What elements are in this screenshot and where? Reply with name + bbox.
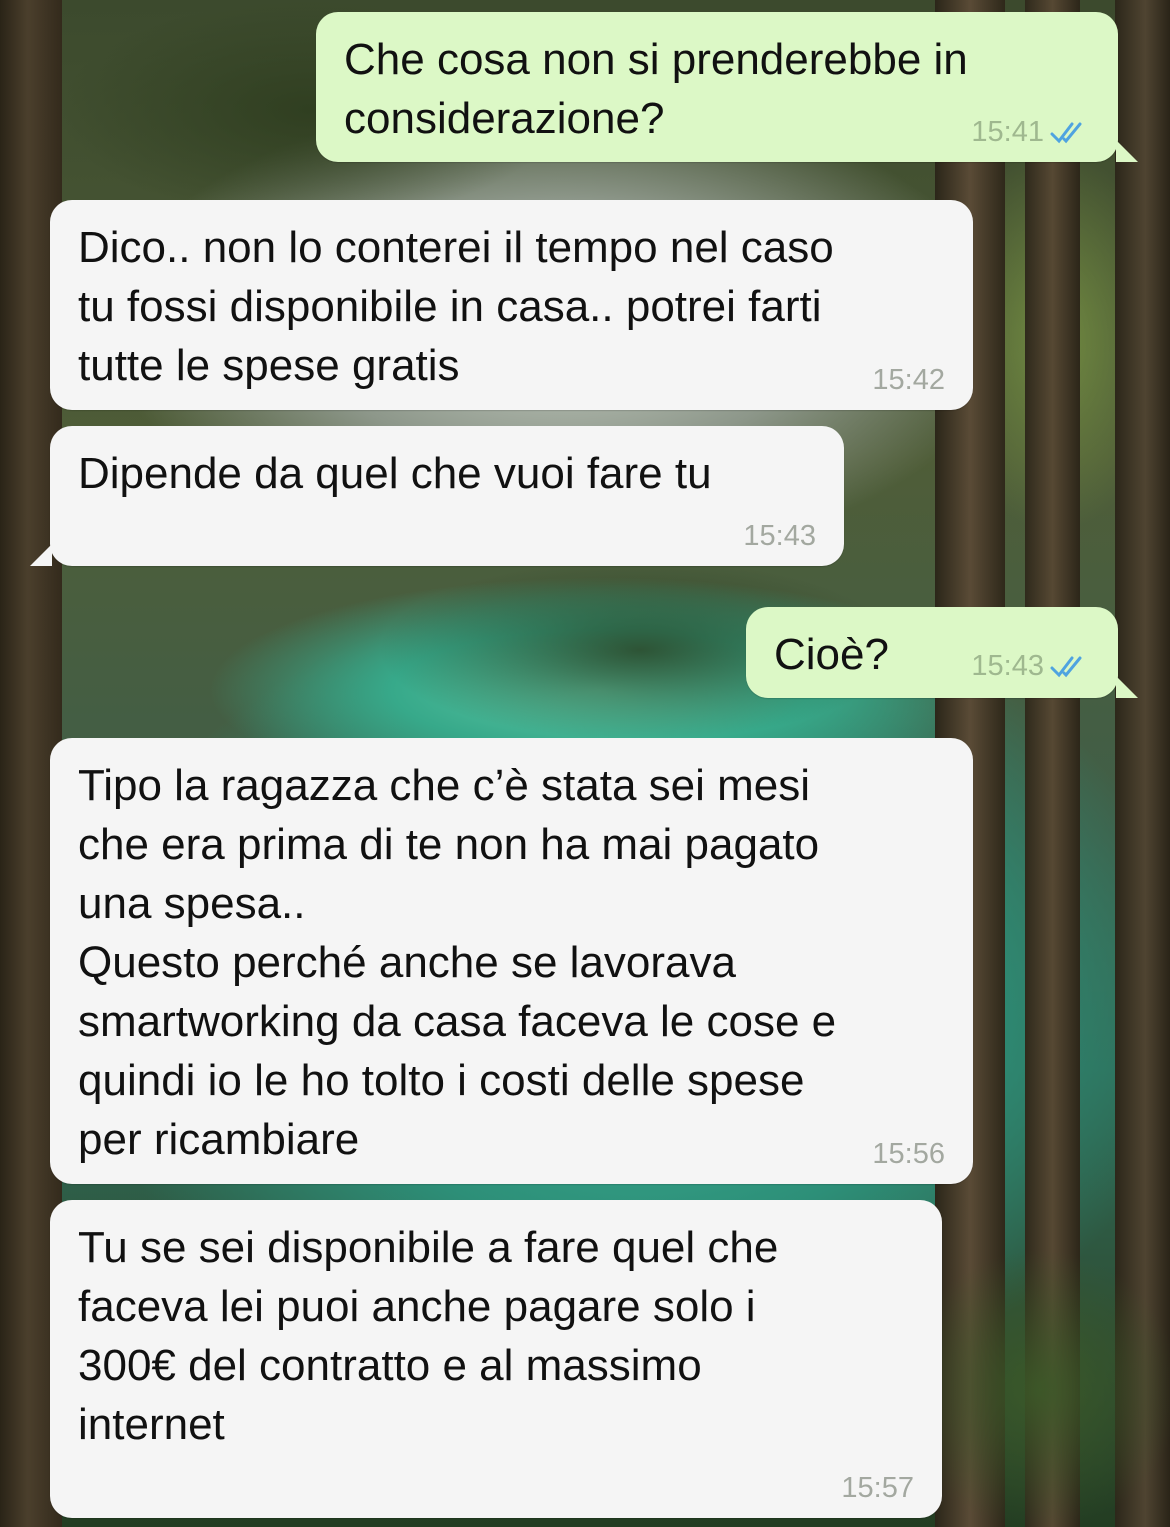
- message-bubble-incoming[interactable]: Dipende da quel che vuoi fare tu 15:43: [30, 426, 844, 566]
- message-meta: 15:41: [971, 116, 1090, 148]
- message-bubble-incoming[interactable]: Tu se sei disponibile a fare quel che fa…: [50, 1200, 942, 1518]
- bubble-tail: [1116, 676, 1138, 698]
- message-meta: 15:43: [971, 650, 1090, 682]
- message-text: Dico.. non lo conterei il tempo nel caso…: [78, 223, 834, 390]
- message-meta: 15:56: [872, 1138, 945, 1170]
- message-time: 15:57: [841, 1472, 914, 1504]
- message-time: 15:43: [971, 650, 1044, 682]
- message-text: Tipo la ragazza che c’è stata sei mesi c…: [78, 761, 837, 1164]
- message-bubble-outgoing[interactable]: Che cosa non si prenderebbe in considera…: [316, 12, 1138, 162]
- message-meta: 15:43: [743, 520, 816, 552]
- double-check-icon: [1050, 656, 1082, 678]
- message-bubble-outgoing[interactable]: Cioè? 15:43: [746, 607, 1138, 698]
- message-time: 15:41: [971, 116, 1044, 148]
- message-bubble-incoming[interactable]: Tipo la ragazza che c’è stata sei mesi c…: [50, 738, 973, 1184]
- double-check-icon: [1050, 122, 1082, 144]
- message-bubble-incoming[interactable]: Dico.. non lo conterei il tempo nel caso…: [50, 200, 973, 410]
- bubble-tail: [1116, 140, 1138, 162]
- message-text: Dipende da quel che vuoi fare tu: [78, 449, 712, 498]
- message-time: 15:43: [743, 520, 816, 552]
- message-time: 15:56: [872, 1138, 945, 1170]
- message-text: Tu se sei disponibile a fare quel che fa…: [78, 1223, 779, 1449]
- bubble-tail: [30, 544, 52, 566]
- message-meta: 15:42: [872, 364, 945, 396]
- message-meta: 15:57: [841, 1472, 914, 1504]
- message-time: 15:42: [872, 364, 945, 396]
